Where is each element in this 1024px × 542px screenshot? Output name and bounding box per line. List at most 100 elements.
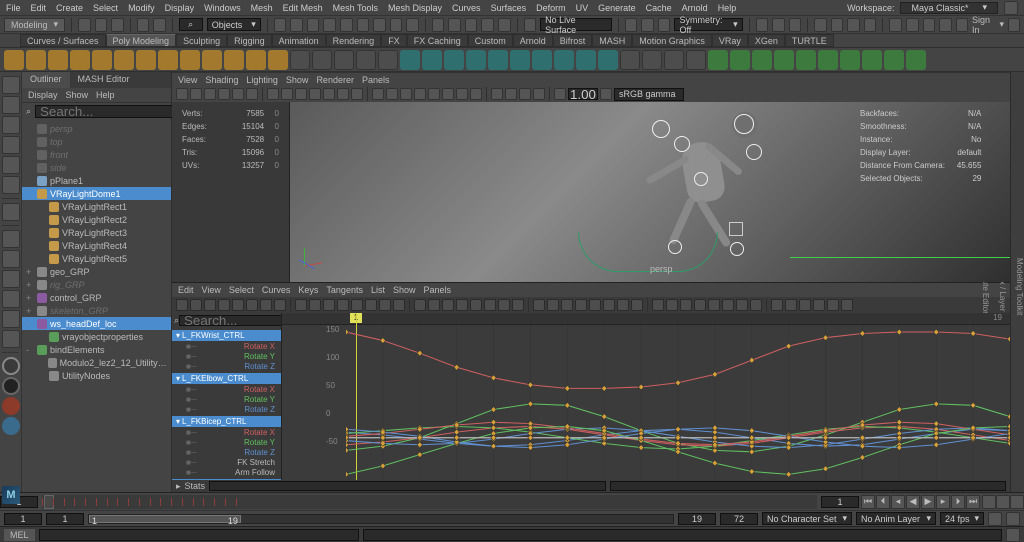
ge-menu-edit[interactable]: Edit [178, 285, 194, 295]
layout-two-side-icon[interactable] [2, 270, 20, 288]
shelf-tab-curves-surfaces[interactable]: Curves / Surfaces [20, 34, 106, 47]
keyframe[interactable] [602, 385, 607, 391]
shelf-button-25[interactable] [554, 50, 574, 70]
outliner-node-control_GRP[interactable]: +control_GRP [22, 291, 171, 304]
keyframe[interactable] [638, 384, 643, 390]
menu-help[interactable]: Help [718, 3, 737, 13]
keyframe[interactable] [454, 429, 459, 435]
keyframe[interactable] [897, 329, 902, 335]
graph-editor-curve-view[interactable]: 19 1 150100500-50 [282, 313, 1010, 480]
outliner-node-VRayLightRect3[interactable]: VRayLightRect3 [22, 226, 171, 239]
time-slider-track[interactable] [42, 495, 817, 509]
paint-select-tool-icon[interactable] [2, 116, 20, 134]
shelf-button-16[interactable] [356, 50, 376, 70]
shelf-button-23[interactable] [510, 50, 530, 70]
outliner-node-vrayobjectproperties[interactable]: vrayobjectproperties [22, 330, 171, 343]
selection-mode-dropdown[interactable]: Objects▾ [207, 18, 261, 31]
vp-shadows-icon[interactable] [428, 88, 440, 100]
sculpt-brush2-icon[interactable] [2, 377, 20, 395]
step-back-frame-button[interactable]: ◂ [891, 495, 905, 509]
shelf-button-31[interactable] [686, 50, 706, 70]
ge-tool-28[interactable] [589, 299, 601, 311]
ge-tool-42[interactable] [799, 299, 811, 311]
keyframe[interactable] [528, 401, 533, 407]
shelf-button-22[interactable] [488, 50, 508, 70]
shelf-button-7[interactable] [158, 50, 178, 70]
ge-tool-8[interactable] [295, 299, 307, 311]
ge-attr-L_FKBicep_CTRL-RotateX[interactable]: ■─Rotate X [172, 427, 281, 437]
play-forward-button[interactable]: ▶ [921, 495, 935, 509]
keyframe[interactable] [934, 435, 939, 441]
shelf-button-15[interactable] [334, 50, 354, 70]
go-to-start-button[interactable]: ⏮ [861, 495, 875, 509]
layout-four-icon[interactable] [2, 250, 20, 268]
symmetry-icon[interactable] [658, 18, 671, 32]
ge-tool-30[interactable] [617, 299, 629, 311]
sel-mask-surface-icon[interactable] [323, 18, 336, 32]
keyframe[interactable] [675, 426, 680, 432]
sel-mask-curve-icon[interactable] [307, 18, 320, 32]
ge-tool-36[interactable] [708, 299, 720, 311]
anim-start-field[interactable]: 1 [4, 513, 42, 525]
keyframe[interactable] [346, 447, 349, 453]
ge-tool-21[interactable] [484, 299, 496, 311]
shelf-button-19[interactable] [422, 50, 442, 70]
chevron-right-icon[interactable]: ▸ [176, 481, 181, 492]
vp-select-cam-icon[interactable] [176, 88, 188, 100]
sel-mask-joint-icon[interactable] [290, 18, 303, 32]
shelf-button-17[interactable] [378, 50, 398, 70]
ge-tool-43[interactable] [813, 299, 825, 311]
snap-curve-icon[interactable] [448, 18, 461, 32]
menu-file[interactable]: File [6, 3, 21, 13]
ge-tool-31[interactable] [631, 299, 643, 311]
shelf-button-29[interactable] [642, 50, 662, 70]
ge-tool-27[interactable] [575, 299, 587, 311]
ge-tool-18[interactable] [442, 299, 454, 311]
perspective-viewport[interactable]: Backfaces:N/ASmoothness:N/AInstance:NoDi… [290, 102, 1010, 282]
rotate-tool-icon[interactable] [2, 156, 20, 174]
keyframe[interactable] [786, 471, 791, 477]
shelf-button-5[interactable] [114, 50, 134, 70]
keyframe[interactable] [491, 375, 496, 381]
keyframe[interactable] [934, 421, 939, 427]
ge-attr-L_FKBicep_CTRL-ArmFollow[interactable]: ■─Arm Follow [172, 467, 281, 477]
snap-point-icon[interactable] [465, 18, 478, 32]
vp-menu-renderer[interactable]: Renderer [316, 75, 354, 84]
keyframe[interactable] [565, 385, 570, 391]
ge-tool-19[interactable] [456, 299, 468, 311]
ge-search-input[interactable] [179, 315, 282, 326]
anim-end-field[interactable]: 72 [720, 513, 758, 525]
vp-menu-show[interactable]: Show [286, 75, 309, 84]
panel-layout3-icon[interactable] [923, 18, 936, 32]
ge-attr-L_FKWrist_CTRL-RotateY[interactable]: ■─Rotate Y [172, 351, 281, 361]
shelf-tab-mash[interactable]: MASH [592, 34, 632, 47]
ge-tool-6[interactable] [260, 299, 272, 311]
snap-plane-icon[interactable] [481, 18, 494, 32]
ge-tool-24[interactable] [533, 299, 545, 311]
ge-tool-45[interactable] [841, 299, 853, 311]
step-back-key-button[interactable]: ⏴ [876, 495, 890, 509]
ge-ctrl-L_FKElbow_CTRL[interactable]: ▾L_FKElbow_CTRL [172, 373, 281, 384]
keyframe[interactable] [749, 428, 754, 434]
shelf-tab-rendering[interactable]: Rendering [326, 34, 382, 47]
ipr-render-icon[interactable] [847, 18, 860, 32]
ge-ctrl-L_FKBicep_CTRL[interactable]: ▾L_FKBicep_CTRL [172, 416, 281, 427]
vp-lock-cam-icon[interactable] [190, 88, 202, 100]
keyframe[interactable] [749, 449, 754, 455]
ge-attr-L_FKElbow_CTRL-RotateY[interactable]: ■─Rotate Y [172, 394, 281, 404]
menu-curves[interactable]: Curves [452, 3, 481, 13]
keyframe[interactable] [1007, 424, 1010, 430]
shelf-tab-vray[interactable]: VRay [712, 34, 748, 47]
shelf-button-4[interactable] [92, 50, 112, 70]
ge-tool-39[interactable] [750, 299, 762, 311]
outliner-menu-display[interactable]: Display [28, 90, 58, 100]
outliner-node-UtilityNodes[interactable]: UtilityNodes [22, 369, 171, 382]
shelf-button-3[interactable] [70, 50, 90, 70]
keyframe[interactable] [860, 455, 865, 461]
vp-isolate-icon[interactable] [491, 88, 503, 100]
last-tool-icon[interactable] [2, 203, 20, 221]
shelf-button-26[interactable] [576, 50, 596, 70]
outliner-node-bindElements[interactable]: -bindElements [22, 343, 171, 356]
vp-viewtransform-dropdown[interactable]: sRGB gamma [614, 88, 684, 101]
ge-tool-12[interactable] [351, 299, 363, 311]
